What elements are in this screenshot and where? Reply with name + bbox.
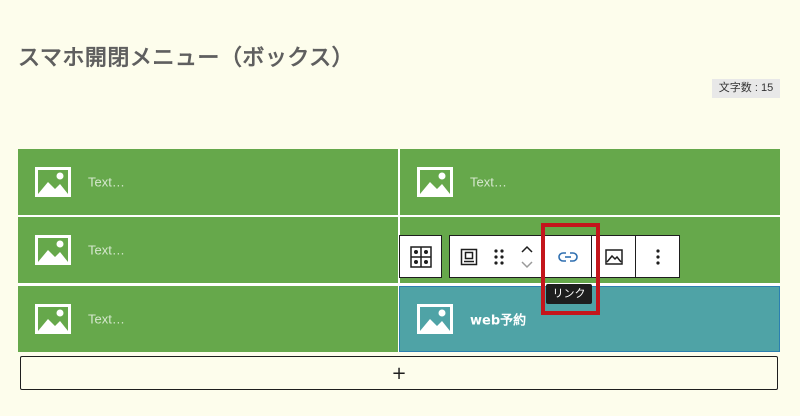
cell-text: Text…	[88, 242, 125, 258]
replace-media-button[interactable]	[592, 236, 635, 277]
link-button[interactable]	[545, 236, 590, 277]
add-block-button[interactable]: +	[20, 356, 778, 390]
drag-handle[interactable]	[488, 236, 510, 277]
block-type-button[interactable]	[399, 235, 442, 278]
grid-cell[interactable]: Text…	[18, 217, 398, 283]
page-title: スマホ開閉メニュー（ボックス）	[18, 46, 355, 71]
grid-cell[interactable]: Text…	[400, 149, 780, 215]
move-buttons[interactable]	[510, 236, 544, 277]
grid-block-icon	[409, 245, 432, 268]
image-icon	[35, 167, 71, 197]
char-count-badge: 文字数 : 15	[712, 79, 780, 98]
image-icon	[417, 304, 453, 334]
options-button[interactable]	[636, 236, 679, 277]
cell-text: web予約	[470, 313, 527, 329]
drag-handle-icon	[494, 248, 504, 265]
image-icon	[417, 167, 453, 197]
image-icon	[35, 235, 71, 265]
cell-text: Text…	[88, 174, 125, 190]
parent-block-icon	[460, 248, 478, 265]
move-up-down-icon	[521, 245, 533, 268]
image-replace-icon	[604, 248, 623, 265]
grid-cell[interactable]: Text…	[18, 286, 398, 352]
block-toolbar	[449, 235, 680, 278]
link-tooltip: リンク	[546, 284, 592, 304]
link-icon	[557, 251, 578, 262]
cell-text: Text…	[88, 311, 125, 327]
parent-select-button[interactable]	[450, 236, 488, 277]
more-vertical-icon	[655, 248, 660, 265]
grid-cell[interactable]: Text…	[18, 149, 398, 215]
cell-text: Text…	[470, 174, 507, 190]
image-icon	[35, 304, 71, 334]
